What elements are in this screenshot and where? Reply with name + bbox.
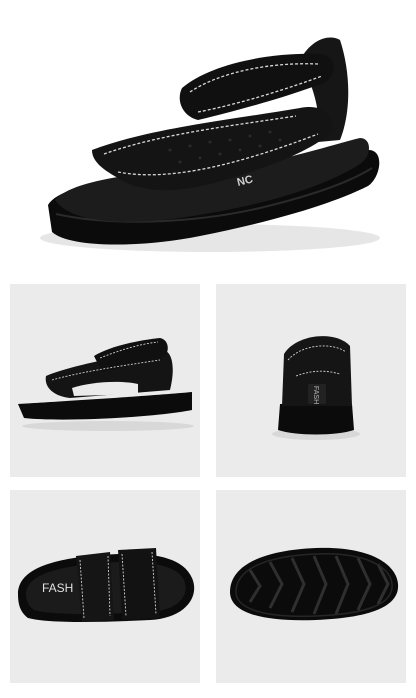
thumbnail-side-view[interactable] xyxy=(10,284,200,477)
sandal-side-illustration xyxy=(18,338,194,431)
thumbnail-sole-view[interactable] xyxy=(216,490,406,683)
thumbnail-back-view[interactable]: FASH xyxy=(216,284,406,477)
thumbnail-top-view[interactable]: FASH xyxy=(10,490,200,683)
sandal-top-illustration: FASH xyxy=(18,548,195,622)
sandal-hero-illustration: NC xyxy=(40,37,380,252)
hero-product-image[interactable]: NC xyxy=(0,0,416,268)
insole-brand-text: FASH xyxy=(42,581,73,595)
heel-brand-text: FASH xyxy=(312,386,319,404)
sandal-sole-illustration xyxy=(230,547,399,621)
sandal-back-illustration: FASH xyxy=(272,336,360,440)
